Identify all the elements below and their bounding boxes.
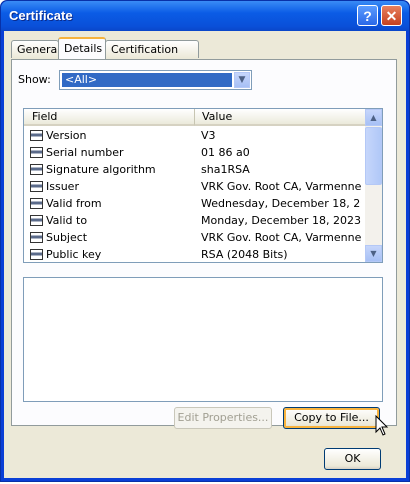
title-bar[interactable]: Certificate ? ✕	[1, 1, 409, 31]
field-value: V3	[201, 129, 216, 142]
certificate-window: Certificate ? ✕ General Details Certific…	[0, 0, 410, 482]
field-value: Wednesday, December 18, 20...	[201, 197, 361, 210]
certificate-field-icon	[30, 198, 43, 209]
list-item[interactable]: Valid to Monday, December 18, 2023 ...	[24, 212, 365, 229]
list-item[interactable]: Signature algorithm sha1RSA	[24, 161, 365, 178]
certificate-field-icon	[30, 215, 43, 226]
tab-details[interactable]: Details	[58, 37, 106, 59]
scrollbar-thumb[interactable]	[365, 127, 382, 185]
show-selected-value: <All>	[62, 73, 232, 87]
field-detail-box[interactable]	[23, 277, 383, 402]
certificate-field-icon	[30, 130, 43, 141]
fields-list[interactable]: Field Value Version V3 Serial number 01 …	[23, 108, 383, 263]
copy-to-file-button[interactable]: Copy to File...	[283, 407, 380, 429]
close-button[interactable]: ✕	[381, 5, 402, 26]
mouse-cursor-icon	[375, 415, 389, 436]
field-value: sha1RSA	[201, 163, 250, 176]
certificate-field-icon	[30, 249, 43, 260]
field-name: Signature algorithm	[46, 163, 156, 176]
list-item[interactable]: Issuer VRK Gov. Root CA, Varmenne...	[24, 178, 365, 195]
field-value: VRK Gov. Root CA, Varmenne...	[201, 231, 361, 244]
window-title: Certificate	[9, 8, 73, 23]
field-name: Public key	[46, 248, 102, 261]
help-button[interactable]: ?	[357, 5, 378, 26]
certificate-field-icon	[30, 181, 43, 192]
certificate-field-icon	[30, 164, 43, 175]
ok-button[interactable]: OK	[324, 448, 381, 470]
vertical-scrollbar[interactable]: ▲ ▼	[365, 109, 382, 262]
scroll-up-icon[interactable]: ▲	[365, 109, 382, 126]
field-name: Serial number	[46, 146, 124, 159]
show-label: Show:	[18, 73, 51, 86]
certificate-field-icon	[30, 232, 43, 243]
chevron-down-icon[interactable]: ▼	[234, 72, 250, 88]
field-name: Version	[46, 129, 87, 142]
field-name: Valid to	[46, 214, 88, 227]
field-value: RSA (2048 Bits)	[201, 248, 288, 261]
field-name: Valid from	[46, 197, 102, 210]
column-header-field[interactable]: Field	[24, 109, 195, 126]
list-item[interactable]: Subject VRK Gov. Root CA, Varmenne...	[24, 229, 365, 246]
field-value: 01 86 a0	[201, 146, 250, 159]
field-value: VRK Gov. Root CA, Varmenne...	[201, 180, 361, 193]
list-item[interactable]: Version V3	[24, 127, 365, 144]
list-item[interactable]: Public key RSA (2048 Bits)	[24, 246, 365, 262]
edit-properties-button[interactable]: Edit Properties...	[174, 407, 272, 429]
tab-general[interactable]: General	[11, 40, 60, 58]
certificate-field-icon	[30, 147, 43, 158]
scroll-down-icon[interactable]: ▼	[365, 245, 382, 262]
tab-certification-path[interactable]: Certification Path	[105, 40, 199, 74]
field-name: Issuer	[46, 180, 79, 193]
field-value: Monday, December 18, 2023 ...	[201, 214, 361, 227]
list-item[interactable]: Valid from Wednesday, December 18, 20...	[24, 195, 365, 212]
show-dropdown[interactable]: <All> ▼	[59, 70, 252, 90]
column-header-value[interactable]: Value	[195, 109, 365, 126]
list-item[interactable]: Serial number 01 86 a0	[24, 144, 365, 161]
field-name: Subject	[46, 231, 88, 244]
